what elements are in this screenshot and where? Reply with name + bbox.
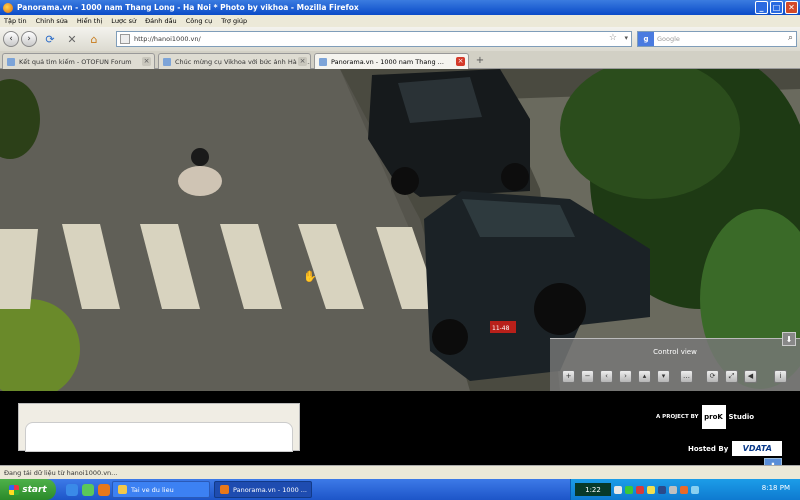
window-title: Panorama.vn - 1000 nam Thang Long - Ha N… <box>17 3 359 12</box>
tray-blue-icon[interactable] <box>658 485 666 494</box>
tab-chuc-mung[interactable]: Chúc mừng cụ Vikhoa với bức ảnh Hà N... … <box>158 53 311 69</box>
tab-close-icon[interactable]: × <box>456 57 465 66</box>
system-tray: 1:22 8:18 PM <box>570 479 800 500</box>
hand-cursor-icon: ✋ <box>303 270 317 283</box>
zoom-out-button[interactable]: − <box>581 370 594 383</box>
zoom-in-button[interactable]: + <box>562 370 575 383</box>
tab-otofun[interactable]: Kết quả tìm kiếm - OTOFUN Forum × <box>2 53 155 69</box>
pan-down-button[interactable]: ▾ <box>657 370 670 383</box>
tray-cyan-icon[interactable] <box>691 485 699 494</box>
menu-history[interactable]: Lược sử <box>111 17 136 25</box>
sound-button[interactable]: ◀ <box>744 370 757 383</box>
tab-label: Kết quả tìm kiếm - OTOFUN Forum <box>19 57 132 66</box>
tray-red-icon[interactable] <box>636 485 644 494</box>
tray-time-box[interactable]: 1:22 <box>575 483 611 496</box>
tab-close-icon[interactable]: × <box>298 57 307 66</box>
vdata-logo[interactable]: VDATA <box>732 441 783 456</box>
menu-edit[interactable]: Chỉnh sửa <box>36 17 68 25</box>
network-icon[interactable] <box>614 485 622 494</box>
tab-label: Chúc mừng cụ Vikhoa với bức ảnh Hà N... <box>175 57 310 66</box>
content-panel <box>18 403 300 452</box>
desktop-icon[interactable] <box>82 483 94 496</box>
prok-logo[interactable]: proK <box>701 405 726 429</box>
reload-icon[interactable]: ⟳ <box>42 31 58 47</box>
menu-help[interactable]: Trợ giúp <box>221 17 247 25</box>
tab-favicon <box>319 57 327 66</box>
info-button[interactable]: i <box>774 370 787 383</box>
menu-bookmarks[interactable]: Đánh dấu <box>145 17 177 25</box>
stop-icon[interactable]: ✕ <box>64 31 80 47</box>
hosted-label: Hosted By <box>688 444 729 453</box>
forward-button[interactable]: › <box>21 31 37 47</box>
hosted-credit: Hosted By VDATA <box>688 441 783 456</box>
menu-view[interactable]: Hiển thị <box>77 17 102 25</box>
project-prefix: A PROJECT BY <box>656 414 699 420</box>
fullscreen-button[interactable]: ⤢ <box>725 370 738 383</box>
autorotate-button[interactable]: ⟳ <box>706 370 719 383</box>
control-view-panel: ⬇ Control view + − ‹ › ▴ ▾ … ⟳ ⤢ ◀ i <box>550 332 800 391</box>
more-button[interactable]: … <box>680 370 693 383</box>
tray-orange-icon[interactable] <box>680 485 688 494</box>
taskbar-item-label: Panorama.vn - 1000 ... <box>233 485 307 494</box>
search-icon[interactable]: ⌕ <box>788 33 793 43</box>
status-text: Đang tải dữ liệu từ hanoi1000.vn... <box>4 468 118 477</box>
title-bar: Panorama.vn - 1000 nam Thang Long - Ha N… <box>0 0 800 15</box>
tab-strip: Kết quả tìm kiếm - OTOFUN Forum × Chúc m… <box>0 51 800 69</box>
start-button[interactable]: start <box>0 479 56 500</box>
ie-icon[interactable] <box>66 483 78 496</box>
content-panel-inner <box>25 422 293 452</box>
volume-icon[interactable] <box>669 485 677 494</box>
pan-right-button[interactable]: › <box>619 370 632 383</box>
control-view-title: Control view <box>653 348 697 356</box>
taskbar-item-folder[interactable]: Tai ve du lieu <box>112 481 210 498</box>
menu-tools[interactable]: Công cụ <box>186 17 213 25</box>
home-icon[interactable]: ⌂ <box>86 31 102 47</box>
firefox-icon <box>3 2 13 13</box>
search-placeholder[interactable]: Google <box>657 35 680 43</box>
url-bar[interactable]: http://hanoi1000.vn/ ☆ ▾ <box>116 31 632 47</box>
tab-label: Panorama.vn - 1000 nam Thang ... <box>331 57 444 66</box>
pan-left-button[interactable]: ‹ <box>600 370 613 383</box>
start-label: start <box>22 484 47 495</box>
url-text[interactable]: http://hanoi1000.vn/ <box>134 35 201 43</box>
folder-icon <box>118 485 127 494</box>
tab-favicon <box>7 57 15 66</box>
tab-favicon <box>163 57 171 66</box>
tab-close-icon[interactable]: × <box>142 57 151 66</box>
taskbar-item-label: Tai ve du lieu <box>131 485 174 494</box>
firefox-quicklaunch-icon[interactable] <box>98 483 110 496</box>
license-plate: 11-48 <box>492 325 510 332</box>
status-bar: Đang tải dữ liệu từ hanoi1000.vn... <box>0 465 800 479</box>
search-box[interactable]: g Google ⌕ <box>637 31 797 47</box>
bookmark-star-icon[interactable]: ☆ <box>609 33 617 43</box>
collapse-panel-icon[interactable]: ⬇ <box>782 332 796 346</box>
windows-flag-icon <box>9 484 20 495</box>
new-tab-button[interactable]: + <box>473 54 487 67</box>
pan-up-button[interactable]: ▴ <box>638 370 651 383</box>
tray-green-icon[interactable] <box>625 485 633 494</box>
maximize-button[interactable]: □ <box>770 1 783 14</box>
project-credit: A PROJECT BY proK Studio <box>656 405 754 429</box>
page-footer: A PROJECT BY proK Studio Hosted By VDATA… <box>0 391 800 476</box>
close-window-button[interactable]: ✕ <box>785 1 798 14</box>
minimize-button[interactable]: _ <box>755 1 768 14</box>
tab-panorama[interactable]: Panorama.vn - 1000 nam Thang ... × <box>314 53 469 69</box>
menu-bar: Tập tin Chỉnh sửa Hiển thị Lược sử Đánh … <box>0 15 800 27</box>
project-suffix: Studio <box>728 413 755 421</box>
url-dropdown-icon[interactable]: ▾ <box>624 34 628 42</box>
taskbar: start Tai ve du lieu Panorama.vn - 1000 … <box>0 479 800 500</box>
back-button[interactable]: ‹ <box>3 31 19 47</box>
search-engine-icon[interactable]: g <box>638 32 654 46</box>
tray-yellow-icon[interactable] <box>647 485 655 494</box>
menu-file[interactable]: Tập tin <box>4 17 27 25</box>
quick-launch <box>66 483 110 496</box>
site-identity-icon[interactable] <box>120 34 130 44</box>
window-controls: _ □ ✕ <box>755 1 798 14</box>
clock[interactable]: 8:18 PM <box>762 484 790 492</box>
taskbar-item-firefox[interactable]: Panorama.vn - 1000 ... <box>214 481 312 498</box>
firefox-icon <box>220 485 229 494</box>
